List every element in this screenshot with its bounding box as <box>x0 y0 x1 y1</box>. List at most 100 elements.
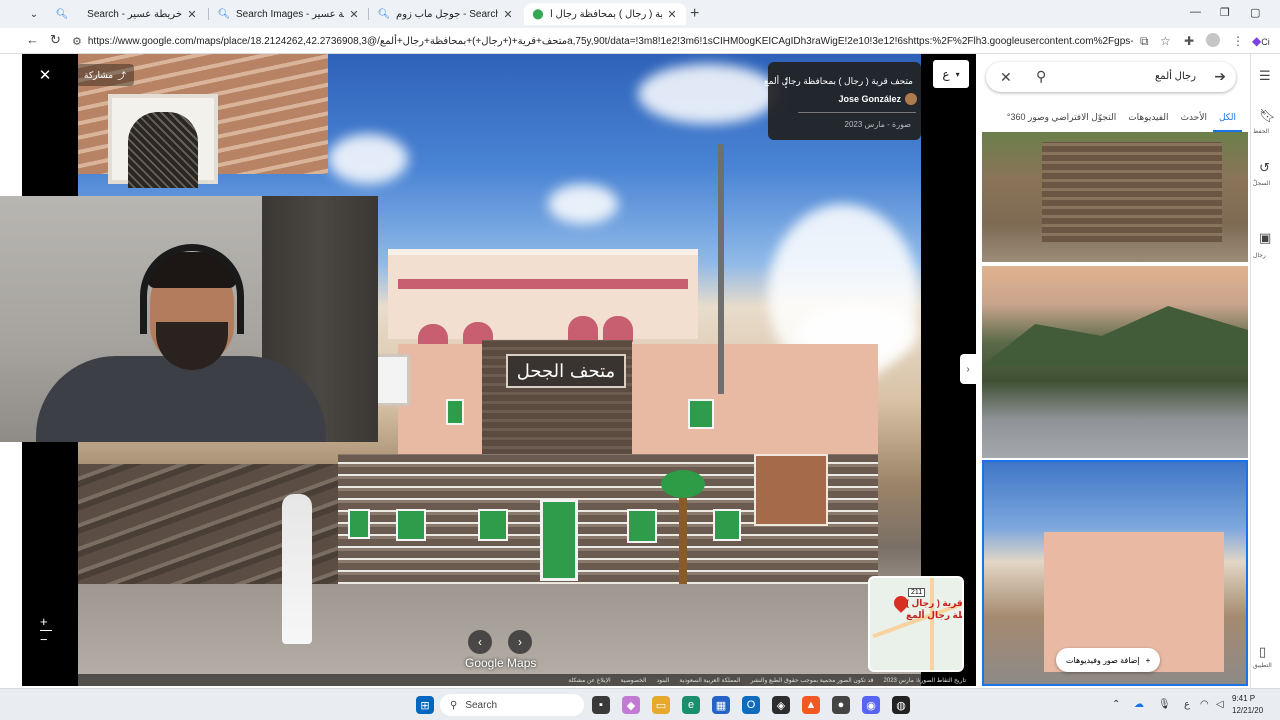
install-app-icon[interactable]: ⧉ <box>1140 34 1149 49</box>
clock-time[interactable]: 9:41 P <box>1232 694 1255 703</box>
close-tab-icon[interactable]: ✕ <box>186 8 198 21</box>
stone-house <box>1042 142 1222 242</box>
tab-street-view-360[interactable]: التجوّل الافتراضي وصور 360° <box>1001 110 1122 132</box>
back-icon[interactable]: ← <box>26 32 39 47</box>
bookmark-star-icon[interactable]: ☆ <box>1160 34 1171 48</box>
windows-taskbar: ⊞ ⚲ Search ▪ ◆ ▭ e ▦ O ◈ ▲ ● ◉ ◍ ⌃ ☁ 🎙︎ … <box>0 688 1280 720</box>
contributor-avatar[interactable] <box>905 93 917 105</box>
clock-date[interactable]: 12/21/20 <box>1232 706 1263 715</box>
obs-icon[interactable]: ● <box>832 696 850 714</box>
address-bar[interactable]: ⚙ https://www.google.com/maps/place/متحف… <box>72 30 1134 52</box>
photos-side-panel: ✕ ⚲ رجال ألمع ➔ الكل الأحدث الفيديوهات ا… <box>978 54 1248 688</box>
rail-label-recent: رجال <box>1253 253 1266 259</box>
photo-thumbnail[interactable] <box>982 266 1248 458</box>
tab-search-dropdown[interactable]: ⌄ <box>24 5 44 23</box>
share-button[interactable]: مشاركة ⤴ <box>76 64 135 86</box>
light-pole <box>718 144 724 394</box>
info-plaque <box>754 454 828 526</box>
browser-tab-2[interactable]: 🔍︎ Search Images - خريطة عسير ✕ <box>210 3 368 25</box>
close-tab-icon[interactable]: ✕ <box>666 8 678 21</box>
zoom-out-icon[interactable]: − <box>40 632 48 647</box>
window-shutter <box>713 509 741 541</box>
report-problem-link[interactable]: الإبلاغ عن مشكلة <box>568 677 610 684</box>
search-input[interactable]: رجال ألمع <box>1155 71 1196 82</box>
maps-side-rail: ☰ 🔖︎ الحفظ ↺ السجلّ ▣ رجال ▯ التطبيق <box>1250 54 1280 688</box>
extensions-icon[interactable]: ✚ <box>1184 34 1194 48</box>
get-app-icon[interactable]: ▯ <box>1259 644 1266 660</box>
maps-search-box[interactable]: ✕ ⚲ رجال ألمع ➔ <box>986 62 1236 92</box>
window-shutter <box>478 509 508 541</box>
window-control-icon[interactable]: ▢ <box>1250 6 1260 19</box>
taskbar-search[interactable]: ⚲ Search <box>440 694 584 716</box>
palm-decoration <box>661 470 705 584</box>
tab-latest[interactable]: الأحدث <box>1175 110 1213 132</box>
photo-thumbnail[interactable] <box>982 132 1248 262</box>
discord-icon[interactable]: ◉ <box>862 696 880 714</box>
history-icon[interactable]: ↺ <box>1259 160 1270 176</box>
browser-tab-3[interactable]: 🔍︎ جوجل ماب زوم - Search ✕ <box>370 3 522 25</box>
mini-map-place-label-2: بمحافظة رجال ألمع <box>906 610 962 620</box>
site-info-icon[interactable]: ⚙ <box>72 35 82 48</box>
tray-expand-icon[interactable]: ⌃ <box>1112 699 1120 710</box>
file-explorer-icon[interactable]: ▭ <box>652 696 670 714</box>
close-viewer-icon[interactable]: ✕ <box>36 66 54 84</box>
language-indicator[interactable]: ع <box>1184 699 1190 710</box>
menu-icon[interactable]: ☰ <box>1259 68 1271 84</box>
saved-icon[interactable]: 🔖︎ <box>1259 108 1276 124</box>
terms-link[interactable]: البنود <box>656 677 669 684</box>
volume-icon[interactable]: ◁ <box>1216 699 1224 710</box>
search-icon: 🔍︎ <box>55 8 69 20</box>
zoom-in-icon[interactable]: + <box>40 614 48 629</box>
collapse-panel-button[interactable]: › <box>960 354 976 384</box>
search-icon[interactable]: ⚲ <box>1036 68 1046 85</box>
search-icon: ⚲ <box>450 699 458 711</box>
photo-info-card: ⋮ متحف قرية ( رجال ) بمحافظة رجال ألمع J… <box>764 62 921 140</box>
new-tab-button[interactable]: + <box>690 5 699 23</box>
reload-icon[interactable]: ↻ <box>50 32 61 48</box>
zoom-divider <box>40 630 52 631</box>
app-icon[interactable]: ◈ <box>772 696 790 714</box>
outlook-icon[interactable]: O <box>742 696 760 714</box>
tab-videos[interactable]: الفيديوهات <box>1122 110 1174 132</box>
windows-start-icon[interactable]: ⊞ <box>416 696 434 714</box>
edge-icon[interactable]: e <box>682 696 700 714</box>
headset <box>140 244 244 334</box>
previous-photo-button[interactable]: ‹ <box>468 630 492 654</box>
onedrive-icon[interactable]: ☁ <box>1134 699 1144 710</box>
brave-icon[interactable]: ▲ <box>802 696 820 714</box>
plus-icon: + <box>1145 655 1151 665</box>
panel-dropdown[interactable]: ع ▾ <box>933 60 969 88</box>
microphone-icon[interactable]: 🎙︎ <box>1158 699 1171 710</box>
restore-icon[interactable]: ❐ <box>1220 6 1230 19</box>
close-tab-icon[interactable]: ✕ <box>348 8 360 21</box>
copilot-icon[interactable]: ◆Ci <box>1252 34 1270 48</box>
privacy-link[interactable]: الخصوصية <box>621 677 647 684</box>
github-icon[interactable]: ◍ <box>892 696 910 714</box>
tab-divider <box>208 8 209 20</box>
store-icon[interactable]: ▦ <box>712 696 730 714</box>
next-photo-button[interactable]: › <box>508 630 532 654</box>
window-shutter <box>627 509 657 543</box>
place-title[interactable]: متحف قرية ( رجال ) بمحافظة رجال ألمع <box>764 76 913 87</box>
rail-label-app: التطبيق <box>1253 663 1272 669</box>
taskbar-search-label: Search <box>465 699 498 711</box>
menu-icon[interactable]: ⋮ <box>1232 34 1244 48</box>
clear-search-icon[interactable]: ✕ <box>1000 69 1012 86</box>
directions-arrow-icon[interactable]: ➔ <box>1214 68 1226 85</box>
recent-place-icon[interactable]: ▣ <box>1259 230 1271 246</box>
minimize-icon[interactable]: — <box>1190 6 1201 18</box>
task-view-icon[interactable]: ▪ <box>592 696 610 714</box>
browser-tab-1[interactable]: 🔍︎ Search - خريطة عسير ✕ <box>48 3 206 25</box>
copilot-icon[interactable]: ◆ <box>622 696 640 714</box>
tab-all[interactable]: الكل <box>1212 110 1242 132</box>
region-link[interactable]: المملكة العربية السعودية <box>679 677 740 684</box>
arch-window <box>603 316 633 342</box>
add-photos-videos-button[interactable]: + إضافة صور وفيديوهات <box>1056 648 1161 672</box>
wifi-icon[interactable]: ◠ <box>1200 699 1209 710</box>
profile-avatar[interactable] <box>1206 33 1220 47</box>
close-tab-icon[interactable]: ✕ <box>502 8 514 21</box>
mini-map[interactable]: 211 متحف قرية ( رجال ) بمحافظة رجال ألمع <box>868 576 964 672</box>
contributor-name[interactable]: Jose González <box>838 94 901 104</box>
browser-toolbar: ← ↻ ⚙ https://www.google.com/maps/place/… <box>0 28 1280 54</box>
browser-tab-4-active[interactable]: ⬤ متحف قرية ( رجال ) بمحافظة رجال أ... ✕ <box>524 3 686 25</box>
